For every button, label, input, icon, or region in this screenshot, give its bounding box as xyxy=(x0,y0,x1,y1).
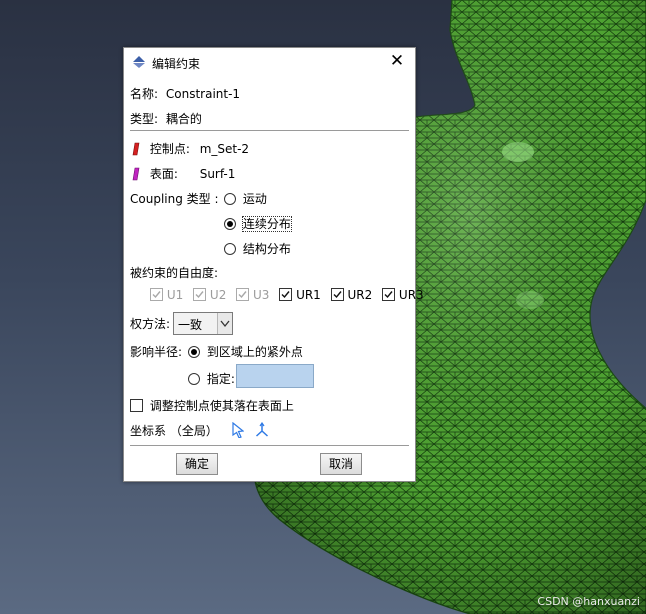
dialog-title: 编辑约束 xyxy=(152,57,201,71)
weight-label: 权方法: xyxy=(130,317,171,331)
separator xyxy=(130,130,409,131)
coupling-option-structural-label: 结构分布 xyxy=(242,242,291,256)
radio-specify[interactable] xyxy=(188,373,200,385)
radio-kinematic[interactable] xyxy=(224,193,236,205)
dof-row: U1 U2 U3 UR1 UR2 UR3 xyxy=(150,288,424,302)
separator xyxy=(130,445,409,446)
abaqus-logo-icon xyxy=(132,55,146,72)
radio-structural[interactable] xyxy=(224,243,236,255)
adjust-control-point[interactable]: 调整控制点使其落在表面上 xyxy=(130,397,294,414)
select-csys-arrow-icon[interactable] xyxy=(232,421,245,441)
radius-option-specify[interactable]: 指定: xyxy=(188,370,235,387)
control-point-label: 控制点: xyxy=(149,142,190,156)
dof-label: 被约束的自由度: xyxy=(130,266,219,280)
ok-button[interactable]: 确定 xyxy=(176,453,218,475)
cancel-button[interactable]: 取消 xyxy=(320,453,362,475)
name-value: Constraint-1 xyxy=(165,87,241,101)
coupling-option-kinematic[interactable]: 运动 xyxy=(224,190,267,207)
watermark-text: CSDN @hanxuanzi xyxy=(537,595,640,608)
radius-option-outermost[interactable]: 到区域上的紧外点 xyxy=(188,343,303,360)
dof-ur3-label: UR3 xyxy=(398,288,424,302)
control-point-icon xyxy=(132,142,140,159)
dof-u3[interactable]: U3 xyxy=(236,288,273,302)
surface-label: 表面: xyxy=(149,167,178,181)
coupling-option-continuum-label: 连续分布 xyxy=(241,216,292,232)
surface-row: 表面: Surf-1 xyxy=(132,165,235,184)
dof-u2[interactable]: U2 xyxy=(193,288,230,302)
adjust-checkbox[interactable] xyxy=(130,399,143,412)
name-label: 名称: xyxy=(130,87,159,101)
dialog-titlebar[interactable]: 编辑约束 ✕ xyxy=(124,48,415,76)
coupling-option-continuum[interactable]: 连续分布 xyxy=(224,215,292,232)
weight-method-select[interactable]: 一致 xyxy=(173,312,233,335)
type-label: 类型: xyxy=(130,112,159,126)
dof-ur3[interactable]: UR3 xyxy=(382,288,424,302)
radio-continuum[interactable] xyxy=(224,218,236,230)
dof-u3-label: U3 xyxy=(252,288,270,302)
name-row: 名称: Constraint-1 xyxy=(130,85,240,102)
type-value: 耦合的 xyxy=(165,112,202,126)
weight-method-value: 一致 xyxy=(178,318,203,332)
control-point-row: 控制点: m_Set-2 xyxy=(132,140,249,159)
type-row: 类型: 耦合的 xyxy=(130,110,202,127)
close-button[interactable]: ✕ xyxy=(387,51,407,71)
radius-value-input[interactable] xyxy=(236,364,314,388)
radius-option-specify-label: 指定: xyxy=(206,372,235,386)
dof-ur2-label: UR2 xyxy=(347,288,373,302)
control-point-value: m_Set-2 xyxy=(199,142,250,156)
radius-option-outermost-label: 到区域上的紧外点 xyxy=(206,345,303,359)
csys-label: 坐标系 （全局） xyxy=(130,424,218,438)
create-csys-axes-icon[interactable] xyxy=(255,421,269,441)
dof-ur1[interactable]: UR1 xyxy=(279,288,324,302)
coupling-option-structural[interactable]: 结构分布 xyxy=(224,240,291,257)
dof-u1-label: U1 xyxy=(166,288,184,302)
chevron-down-icon xyxy=(217,313,232,334)
dof-u2-label: U2 xyxy=(209,288,227,302)
dof-ur2[interactable]: UR2 xyxy=(330,288,376,302)
radio-outermost[interactable] xyxy=(188,346,200,358)
surface-icon xyxy=(132,167,140,184)
dof-ur1-label: UR1 xyxy=(296,288,321,302)
csys-row: 坐标系 （全局） xyxy=(130,421,269,441)
coupling-type-label: Coupling 类型 : xyxy=(130,192,219,206)
adjust-label: 调整控制点使其落在表面上 xyxy=(149,399,294,413)
surface-value: Surf-1 xyxy=(199,167,236,181)
dof-u1[interactable]: U1 xyxy=(150,288,187,302)
radius-label: 影响半径: xyxy=(130,345,183,359)
coupling-option-kinematic-label: 运动 xyxy=(242,192,267,206)
edit-constraint-dialog: 编辑约束 ✕ 名称: Constraint-1 类型: 耦合的 控制点: m_S… xyxy=(123,47,424,482)
